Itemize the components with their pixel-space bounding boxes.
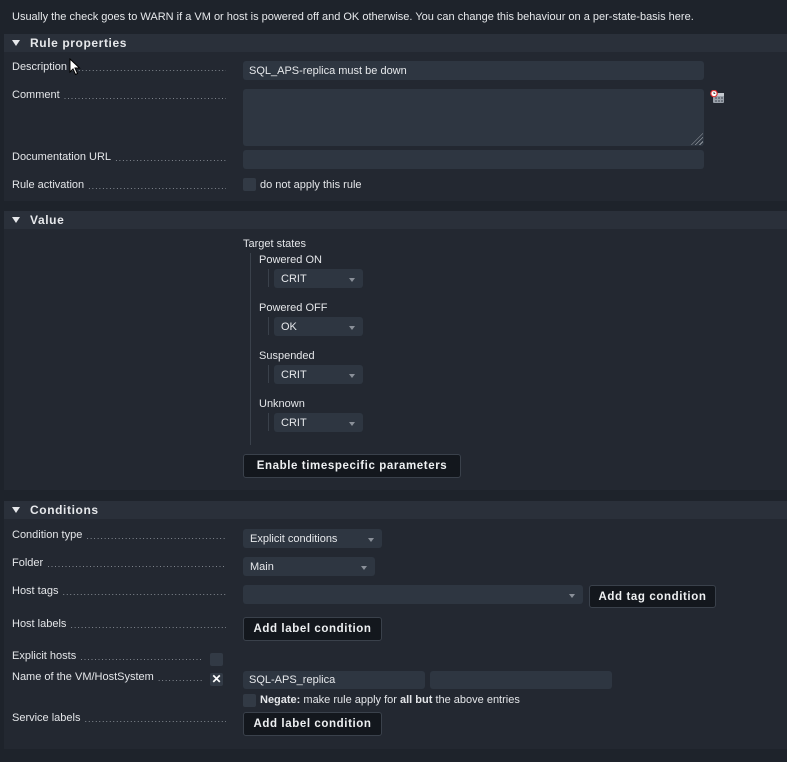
explicit-hosts-label: Explicit hosts	[12, 650, 202, 664]
dropdown-arrow-icon	[349, 277, 355, 282]
condition-type-select[interactable]: Explicit conditions	[243, 529, 382, 548]
dropdown-arrow-icon	[569, 593, 575, 598]
section-title: Conditions	[30, 503, 99, 517]
comment-textarea[interactable]	[243, 89, 704, 146]
disable-rule-checkbox[interactable]	[243, 178, 256, 191]
state-label-powered-off: Powered OFF	[259, 302, 328, 314]
calendar-clock-icon[interactable]	[710, 90, 725, 104]
intro-text: Usually the check goes to WARN if a VM o…	[12, 11, 694, 23]
state-guide	[268, 413, 269, 431]
state-label-suspended: Suspended	[259, 350, 315, 362]
condition-type-label: Condition type	[12, 529, 226, 543]
mouse-cursor-icon	[69, 58, 81, 76]
add-service-label-condition-button[interactable]: Add label condition	[243, 712, 382, 736]
add-tag-condition-button[interactable]: Add tag condition	[589, 585, 716, 608]
section-title: Value	[30, 213, 65, 227]
description-label: Description	[12, 61, 226, 75]
host-tags-label: Host tags	[12, 585, 226, 599]
description-input[interactable]: SQL_APS-replica must be down	[243, 61, 704, 80]
service-labels-label: Service labels	[12, 712, 226, 726]
remove-close-icon[interactable]: ✕	[210, 673, 223, 686]
rule-properties-section: Rule properties Description SQL_APS-repl…	[4, 34, 787, 201]
collapse-triangle-icon	[12, 507, 20, 513]
rule-properties-header[interactable]: Rule properties	[4, 34, 787, 52]
state-label-powered-on: Powered ON	[259, 254, 322, 266]
state-select-powered-on[interactable]: CRIT	[274, 269, 363, 288]
dropdown-arrow-icon	[349, 373, 355, 378]
explicit-hosts-checkbox[interactable]	[210, 653, 223, 666]
conditions-section: Conditions Condition type Explicit condi…	[4, 501, 787, 749]
folder-label: Folder	[12, 557, 226, 571]
folder-select[interactable]: Main	[243, 557, 375, 576]
host-labels-label: Host labels	[12, 618, 226, 632]
host-tags-select[interactable]	[243, 585, 583, 604]
vm-name-entry-input[interactable]	[430, 671, 612, 689]
state-guide	[268, 269, 269, 287]
section-title: Rule properties	[30, 36, 128, 50]
state-select-powered-off[interactable]: OK	[274, 317, 363, 336]
dropdown-arrow-icon	[368, 537, 374, 542]
target-states-guide	[250, 253, 251, 445]
state-select-suspended[interactable]: CRIT	[274, 365, 363, 384]
doc-url-input[interactable]	[243, 150, 704, 169]
dropdown-arrow-icon	[349, 325, 355, 330]
negate-checkbox[interactable]	[243, 694, 256, 707]
doc-url-label: Documentation URL	[12, 151, 226, 165]
state-guide	[268, 317, 269, 335]
collapse-triangle-icon	[12, 40, 20, 46]
resize-grip-icon[interactable]	[691, 133, 703, 145]
state-select-unknown[interactable]: CRIT	[274, 413, 363, 432]
value-header[interactable]: Value	[4, 211, 787, 229]
value-section: Value Target states Powered ON CRIT Powe…	[4, 211, 787, 490]
state-guide	[268, 365, 269, 383]
dropdown-arrow-icon	[361, 565, 367, 570]
dropdown-arrow-icon	[349, 421, 355, 426]
disable-rule-checkbox-label[interactable]: do not apply this rule	[260, 179, 362, 191]
add-host-label-condition-button[interactable]: Add label condition	[243, 617, 382, 641]
negate-checkbox-label[interactable]: Negate: make rule apply for all but the …	[260, 694, 520, 706]
state-label-unknown: Unknown	[259, 398, 305, 410]
vm-name-label: Name of the VM/HostSystem	[12, 671, 202, 685]
target-states-label: Target states	[243, 238, 306, 250]
conditions-header[interactable]: Conditions	[4, 501, 787, 519]
collapse-triangle-icon	[12, 217, 20, 223]
comment-label: Comment	[12, 89, 226, 103]
rule-activation-label: Rule activation	[12, 179, 226, 193]
enable-timespecific-button[interactable]: Enable timespecific parameters	[243, 454, 461, 478]
vm-name-entry-input[interactable]: SQL-APS_replica	[243, 671, 425, 689]
